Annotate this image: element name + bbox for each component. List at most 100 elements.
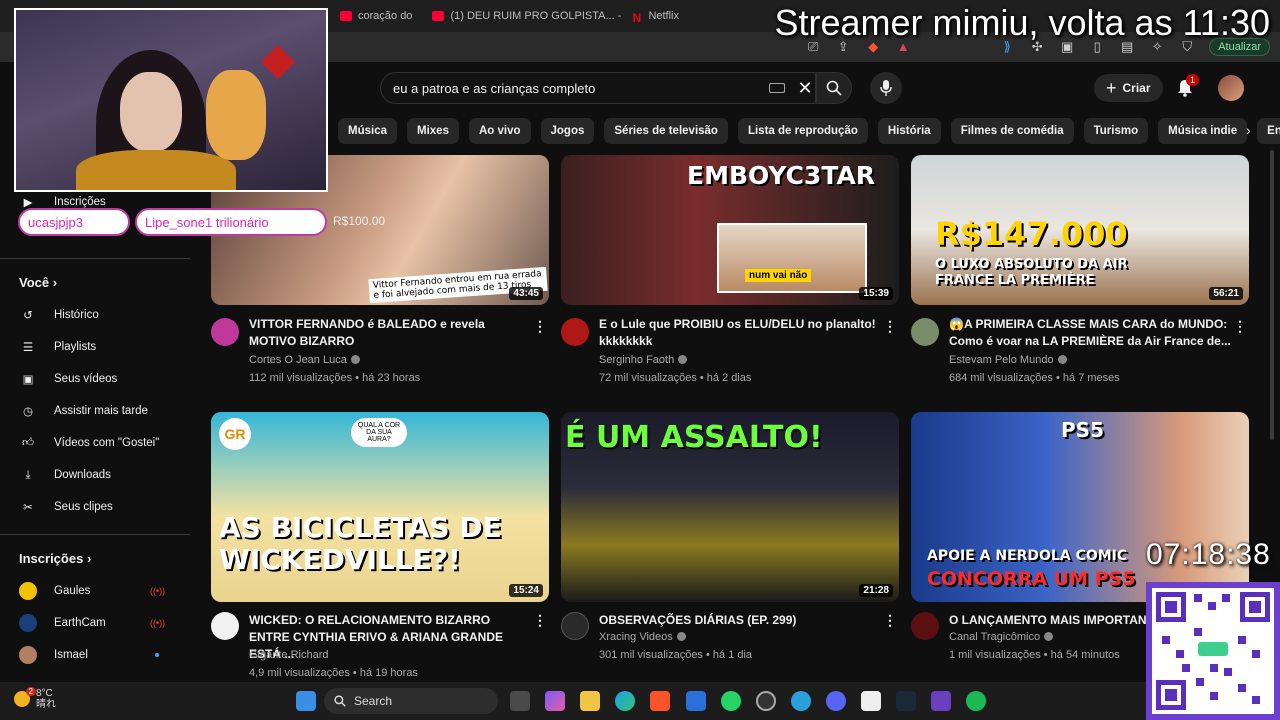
chip-indie[interactable]: Música indie	[1158, 118, 1248, 144]
more-options-icon[interactable]: ⋮	[883, 318, 897, 335]
sidebar-item-label: Inscrições	[54, 196, 106, 208]
chat-message-pill: Lipe_sone1 trilionário	[135, 208, 327, 236]
keyboard-icon[interactable]	[769, 83, 785, 93]
video-card[interactable]: GR QUAL A COR DA SUA AURA? AS BICICLETAS…	[211, 412, 549, 602]
video-title[interactable]: VITTOR FERNANDO é BALEADO e revela MOTIV…	[249, 316, 534, 350]
plus-icon: +	[1106, 77, 1117, 98]
sidebar-item-liked[interactable]: 👍︎ Vídeos com "Gostei"	[18, 433, 159, 453]
whatsapp-icon[interactable]	[721, 691, 741, 711]
task-view-icon[interactable]	[510, 691, 530, 711]
windows-start-icon[interactable]	[296, 691, 316, 711]
sidebar-item-ismael[interactable]: Ismael	[18, 645, 88, 665]
store-icon[interactable]	[686, 691, 706, 711]
more-options-icon[interactable]: ⋮	[883, 612, 897, 629]
channel-avatar[interactable]	[211, 612, 239, 640]
brave-icon[interactable]	[650, 691, 670, 711]
channel-avatar[interactable]	[561, 318, 589, 346]
weather-widget[interactable]: 2 8°C 晴れ	[14, 687, 56, 710]
plush-toy	[206, 70, 266, 160]
chip-enviados[interactable]: Enviados	[1257, 118, 1280, 144]
account-avatar[interactable]	[1218, 75, 1244, 101]
video-thumbnail[interactable]: EMBOYC3TAR num vai não 15:39	[561, 155, 899, 305]
scrollbar[interactable]	[1270, 150, 1274, 440]
sidebar-item-downloads[interactable]: ⤓ Downloads	[18, 465, 110, 485]
video-stats: 1 mil visualizações • há 54 minutos	[949, 649, 1120, 661]
live-icon: ((•))	[150, 618, 166, 628]
thumbnail-caption: R$147.000	[935, 215, 1128, 253]
video-title[interactable]: 😱A PRIMEIRA CLASSE MAIS CARA do MUNDO: C…	[949, 316, 1234, 350]
chat-username: Lipe_sone1 trilionário	[145, 214, 269, 230]
video-thumbnail[interactable]: R$147.000 O LUXO ABSOLUTO DA AIR FRANCE …	[911, 155, 1249, 305]
channel-avatar[interactable]	[211, 318, 239, 346]
browser-tab-partial[interactable]: coração do	[330, 3, 422, 29]
channel-name[interactable]: Serginho Faoth	[599, 354, 688, 366]
sidebar-item-your-videos[interactable]: ▣ Seus vídeos	[18, 369, 118, 389]
browser-tab-youtube[interactable]: (1) DEU RUIM PRO GOLPISTA... - You	[422, 3, 622, 29]
search-button[interactable]	[816, 72, 852, 104]
more-options-icon[interactable]: ⋮	[1233, 318, 1247, 335]
video-title[interactable]: OBSERVAÇÕES DIÁRIAS (EP. 299)	[599, 612, 884, 629]
file-explorer-icon[interactable]	[580, 691, 600, 711]
spotify-icon[interactable]	[966, 691, 986, 711]
video-card[interactable]: PS5 APOIE A NERDOLA COMIC CONCORRA UM PS…	[911, 412, 1249, 602]
more-options-icon[interactable]: ⋮	[533, 612, 547, 629]
app-icon-2[interactable]	[931, 691, 951, 711]
sidebar-item-playlists[interactable]: ☰ Playlists	[18, 337, 96, 357]
chip-series[interactable]: Séries de televisão	[604, 118, 728, 144]
video-card[interactable]: É UM ASSALTO! 21:28	[561, 412, 899, 602]
chip-playlist[interactable]: Lista de reprodução	[737, 118, 868, 144]
video-stats: 4,9 mil visualizações • há 19 horas	[249, 667, 418, 679]
video-thumbnail[interactable]: PS5 APOIE A NERDOLA COMIC CONCORRA UM PS…	[911, 412, 1249, 602]
channel-name[interactable]: Gigante Richard	[249, 649, 329, 661]
discord-icon[interactable]	[826, 691, 846, 711]
channel-label: Gigante Richard	[249, 649, 329, 661]
chip-historia[interactable]: História	[877, 118, 941, 144]
steam-icon[interactable]	[896, 691, 916, 711]
telegram-icon[interactable]	[791, 691, 811, 711]
channel-avatar[interactable]	[911, 318, 939, 346]
sidebar-item-gaules[interactable]: Gaules	[18, 581, 90, 601]
video-thumbnail[interactable]: GR QUAL A COR DA SUA AURA? AS BICICLETAS…	[211, 412, 549, 602]
video-thumbnail[interactable]: É UM ASSALTO! 21:28	[561, 412, 899, 602]
channel-avatar[interactable]	[911, 612, 939, 640]
chip-musica[interactable]: Música	[338, 118, 397, 144]
app-icon[interactable]	[861, 691, 881, 711]
search-input[interactable]: eu a patroa e as crianças completo	[393, 81, 769, 96]
channel-avatar[interactable]	[561, 612, 589, 640]
channel-name[interactable]: Estevam Pelo Mundo	[949, 354, 1067, 366]
video-meta: OBSERVAÇÕES DIÁRIAS (EP. 299) Xracing Vi…	[561, 612, 899, 682]
stream-clock: 07:18:38	[1146, 538, 1271, 571]
chevron-right-icon[interactable]: ›	[1246, 122, 1251, 138]
edge-icon[interactable]	[615, 691, 635, 711]
sidebar-subscriptions-header[interactable]: Inscrições ›	[19, 551, 91, 566]
taskbar-search[interactable]: Search	[324, 688, 498, 714]
chip-turismo[interactable]: Turismo	[1083, 118, 1149, 144]
download-icon: ⤓	[25, 468, 31, 481]
weather-desc: 晴れ	[36, 699, 56, 710]
voice-search-button[interactable]	[870, 72, 902, 104]
chip-mixes[interactable]: Mixes	[407, 118, 459, 144]
sidebar-item-history[interactable]: ↺ Histórico	[18, 305, 99, 325]
mic-icon	[880, 80, 892, 96]
chip-ao-vivo[interactable]: Ao vivo	[468, 118, 531, 144]
channel-name[interactable]: Cortes O Jean Luca	[249, 354, 360, 366]
channel-avatar	[19, 582, 37, 600]
thumbs-up-icon: 👍︎	[21, 437, 35, 449]
browser-tab-netflix[interactable]: N Netflix	[622, 3, 689, 29]
sidebar-you-header[interactable]: Você ›	[19, 275, 57, 290]
channel-name[interactable]: Xracing Videos	[599, 631, 686, 643]
obs-icon[interactable]	[756, 691, 776, 711]
sidebar-item-clips[interactable]: ✂ Seus clipes	[18, 497, 113, 517]
close-icon[interactable]: ✕	[795, 78, 815, 99]
chip-comedia[interactable]: Filmes de comédia	[950, 118, 1074, 144]
chip-jogos[interactable]: Jogos	[540, 118, 595, 144]
sidebar-item-earthcam[interactable]: EarthCam	[18, 613, 106, 633]
sidebar-item-watch-later[interactable]: ◷ Assistir mais tarde	[18, 401, 148, 421]
search-box[interactable]: eu a patroa e as crianças completo ✕	[380, 72, 816, 104]
video-title[interactable]: E o Lule que PROIBIU os ELU/DELU no plan…	[599, 316, 884, 350]
channel-name[interactable]: Canal Tragicômico	[949, 631, 1054, 643]
more-options-icon[interactable]: ⋮	[533, 318, 547, 335]
copilot-icon[interactable]	[545, 691, 565, 711]
create-button[interactable]: + Criar	[1094, 74, 1163, 102]
chat-message-pill: ucasjpjp3	[18, 208, 130, 236]
